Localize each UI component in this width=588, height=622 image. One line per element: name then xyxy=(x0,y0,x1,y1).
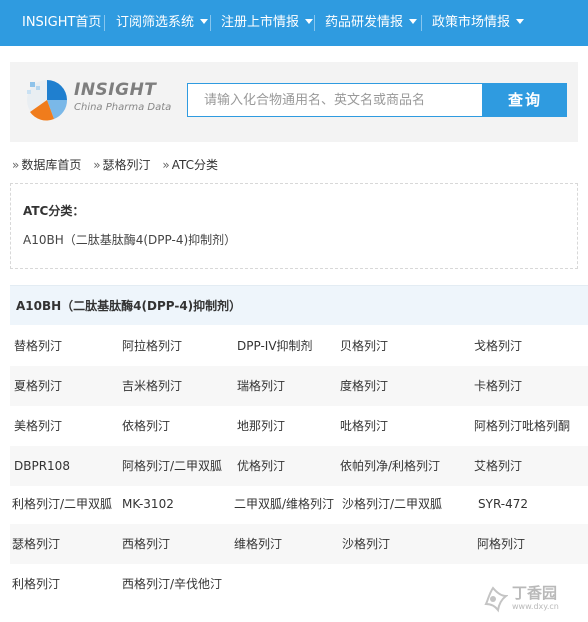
breadcrumb-item[interactable]: 数据库首页 xyxy=(21,158,81,172)
section-title: A10BH（二肽基肽酶4(DPP-4)抑制剂） xyxy=(16,299,242,313)
atc-value: A10BH（二肽基肽酶4(DPP-4)抑制剂） xyxy=(23,233,237,247)
drug-link[interactable]: 利格列汀/二甲双胍 xyxy=(12,484,112,524)
logo-brand: INSIGHT xyxy=(74,80,157,100)
drug-link[interactable]: 地那列汀 xyxy=(237,406,285,446)
drug-link[interactable]: DPP-IV抑制剂 xyxy=(237,326,313,366)
drug-link[interactable]: 瑟格列汀 xyxy=(12,524,60,564)
dxy-logo-icon xyxy=(484,586,508,613)
drug-link[interactable]: 西格列汀 xyxy=(122,524,170,564)
drug-link[interactable]: 维格列汀 xyxy=(234,524,282,564)
nav-divider xyxy=(104,15,105,31)
watermark-url: www.dxy.cn xyxy=(512,602,559,611)
nav-divider xyxy=(210,15,211,31)
nav-item-policy[interactable]: 政策市场情报 xyxy=(432,0,525,46)
drug-link[interactable]: 戈格列汀 xyxy=(474,326,522,366)
drug-link[interactable]: 度格列汀 xyxy=(340,366,388,406)
drug-link[interactable]: 沙格列汀/二甲双胍 xyxy=(342,484,442,524)
breadcrumb-item-current: ATC分类 xyxy=(171,158,219,172)
breadcrumb: » 数据库首页 » 瑟格列汀 » ATC分类 xyxy=(12,156,226,173)
dxy-watermark: 丁香园 www.dxy.cn xyxy=(478,580,582,618)
drug-link[interactable]: 利格列汀 xyxy=(12,564,60,604)
search-button[interactable]: 查询 xyxy=(483,83,567,117)
breadcrumb-separator: » xyxy=(93,158,101,172)
drug-link[interactable]: 依帕列净/利格列汀 xyxy=(340,446,440,486)
drug-link[interactable]: 阿格列汀 xyxy=(477,524,525,564)
drug-link[interactable]: 夏格列汀 xyxy=(14,366,62,406)
top-nav: INSIGHT首页 订阅筛选系统 注册上市情报 药品研发情报 政策市场情报 xyxy=(0,0,588,46)
drug-link[interactable]: 美格列汀 xyxy=(14,406,62,446)
drug-link[interactable]: MK-3102 xyxy=(122,484,174,524)
nav-divider xyxy=(421,15,422,31)
section-header: A10BH（二肽基肽酶4(DPP-4)抑制剂） xyxy=(10,285,588,325)
nav-item-registration[interactable]: 注册上市情报 xyxy=(221,0,314,46)
drug-link[interactable]: 吉米格列汀 xyxy=(122,366,182,406)
drug-row: 美格列汀 依格列汀 地那列汀 吡格列汀 阿格列汀吡格列酮 xyxy=(10,406,588,446)
drug-link[interactable]: 阿格列汀/二甲双胍 xyxy=(122,446,222,486)
logo-tagline: China Pharma Data xyxy=(74,102,172,113)
chevron-down-icon xyxy=(516,19,525,24)
drug-link[interactable]: 阿格列汀吡格列酮 xyxy=(474,406,570,446)
chevron-down-icon xyxy=(200,19,209,24)
drug-link[interactable]: 贝格列汀 xyxy=(340,326,388,366)
chevron-down-icon xyxy=(305,19,314,24)
nav-item-label: 药品研发情报 xyxy=(325,15,404,30)
drug-link[interactable]: DBPR108 xyxy=(14,446,70,486)
atc-info-box: ATC分类： A10BH（二肽基肽酶4(DPP-4)抑制剂） xyxy=(10,183,578,269)
drug-link[interactable]: 卡格列汀 xyxy=(474,366,522,406)
drug-link[interactable]: 西格列汀/辛伐他汀 xyxy=(122,564,222,604)
nav-divider xyxy=(314,15,315,31)
drug-link[interactable]: 瑞格列汀 xyxy=(237,366,285,406)
nav-item-label: 注册上市情报 xyxy=(221,15,300,30)
drug-row: 夏格列汀 吉米格列汀 瑞格列汀 度格列汀 卡格列汀 xyxy=(10,366,588,406)
site-header: INSIGHT China Pharma Data 查询 xyxy=(10,62,578,142)
nav-item-research[interactable]: 药品研发情报 xyxy=(325,0,418,46)
nav-item-label: 政策市场情报 xyxy=(432,15,511,30)
drug-link[interactable]: 替格列汀 xyxy=(14,326,62,366)
breadcrumb-separator: » xyxy=(12,158,20,172)
nav-item-label: 订阅筛选系统 xyxy=(116,15,195,30)
search-box xyxy=(187,83,483,117)
search-input[interactable] xyxy=(188,84,482,116)
drug-link[interactable]: 吡格列汀 xyxy=(340,406,388,446)
insight-logo-icon[interactable] xyxy=(24,72,70,124)
nav-item-subscription[interactable]: 订阅筛选系统 xyxy=(116,0,209,46)
breadcrumb-item[interactable]: 瑟格列汀 xyxy=(103,158,151,172)
drug-link[interactable]: 优格列汀 xyxy=(237,446,285,486)
drug-link[interactable]: 二甲双胍/维格列汀 xyxy=(234,484,334,524)
drug-link[interactable]: 阿拉格列汀 xyxy=(122,326,182,366)
breadcrumb-separator: » xyxy=(162,158,170,172)
drug-link[interactable]: 依格列汀 xyxy=(122,406,170,446)
drug-row: 瑟格列汀 西格列汀 维格列汀 沙格列汀 阿格列汀 xyxy=(10,524,588,564)
drug-link[interactable]: 沙格列汀 xyxy=(342,524,390,564)
nav-home-link[interactable]: INSIGHT首页 xyxy=(22,0,101,46)
drug-row: 利格列汀/二甲双胍 MK-3102 二甲双胍/维格列汀 沙格列汀/二甲双胍 SY… xyxy=(10,484,588,524)
atc-title: ATC分类： xyxy=(23,204,85,218)
drug-link[interactable]: 艾格列汀 xyxy=(474,446,522,486)
drug-row: DBPR108 阿格列汀/二甲双胍 优格列汀 依帕列净/利格列汀 艾格列汀 xyxy=(10,446,588,486)
drug-row: 替格列汀 阿拉格列汀 DPP-IV抑制剂 贝格列汀 戈格列汀 xyxy=(10,326,588,366)
watermark-text: 丁香园 xyxy=(512,584,558,602)
drug-link[interactable]: SYR-472 xyxy=(478,484,528,524)
chevron-down-icon xyxy=(409,19,418,24)
